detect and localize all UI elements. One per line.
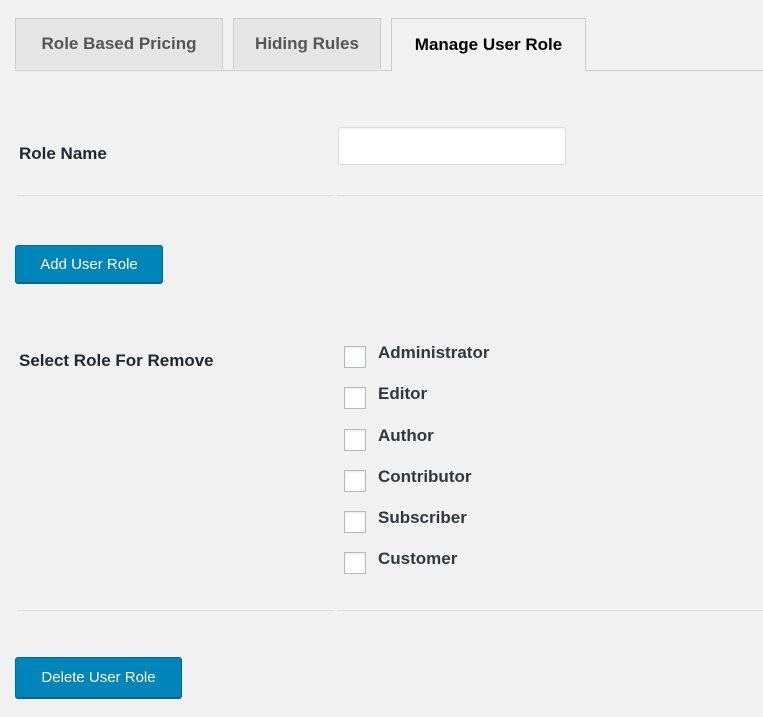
role-option-label: Administrator: [378, 343, 490, 362]
role-option-label: Editor: [378, 384, 428, 404]
role-option-author[interactable]: Author: [344, 423, 489, 464]
divider: [337, 195, 763, 196]
tab-bar: Role Based Pricing Hiding Rules Manage U…: [15, 18, 763, 71]
checkbox[interactable]: [344, 511, 366, 534]
role-name-label: Role Name: [19, 144, 107, 163]
role-option-subscriber[interactable]: Subscriber: [344, 505, 489, 546]
checkbox[interactable]: [344, 428, 366, 451]
role-option-contributor[interactable]: Contributor: [344, 464, 489, 505]
checkbox[interactable]: [344, 346, 366, 368]
role-checkbox-list: Administrator Editor Author Contributor …: [344, 340, 489, 588]
role-option-label: Customer: [378, 549, 458, 569]
checkbox[interactable]: [344, 469, 366, 492]
role-name-input[interactable]: [338, 127, 566, 165]
add-user-role-button[interactable]: Add User Role: [15, 245, 163, 283]
role-option-label: Subscriber: [378, 508, 467, 528]
tab-hiding-rules[interactable]: Hiding Rules: [233, 18, 381, 69]
role-option-editor[interactable]: Editor: [344, 381, 489, 422]
role-option-label: Contributor: [378, 466, 472, 486]
checkbox[interactable]: [344, 552, 366, 575]
tab-role-based-pricing[interactable]: Role Based Pricing: [15, 18, 223, 69]
role-option-label: Author: [378, 425, 434, 445]
divider: [17, 610, 334, 611]
delete-user-role-button[interactable]: Delete User Role: [15, 657, 182, 698]
divider: [17, 195, 334, 196]
tab-manage-user-role[interactable]: Manage User Role: [391, 18, 586, 71]
role-option-customer[interactable]: Customer: [344, 546, 489, 587]
select-role-for-remove-label: Select Role For Remove: [19, 351, 214, 370]
checkbox[interactable]: [344, 387, 366, 410]
role-option-administrator[interactable]: Administrator: [344, 340, 489, 381]
divider: [337, 610, 763, 611]
